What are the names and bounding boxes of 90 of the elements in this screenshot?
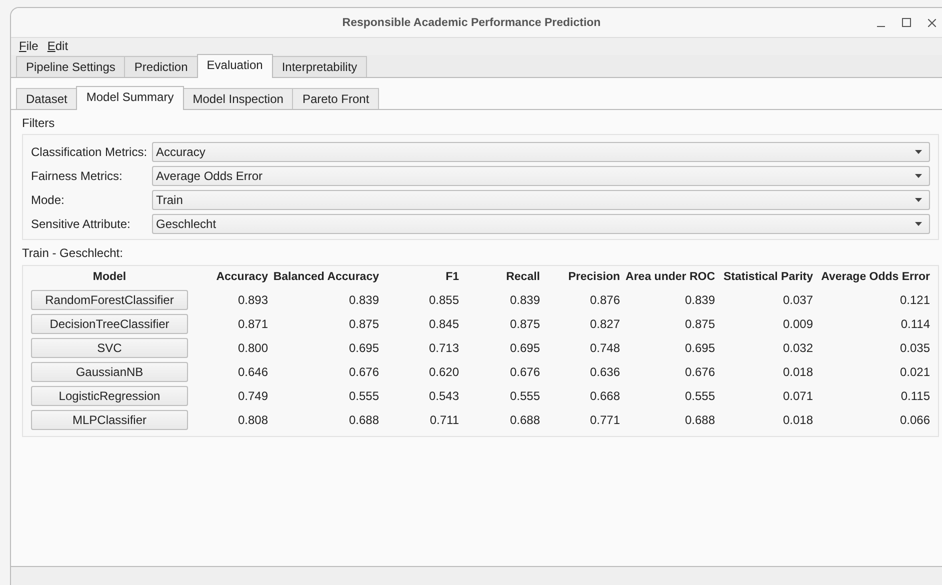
field-label: Fairness Metrics: (31, 169, 124, 183)
table-cell-text: 0.121 (898, 293, 930, 307)
table-cell-text: 0.555 (684, 389, 715, 403)
table-cell-text: 0.018 (782, 413, 813, 427)
table-cell-text: 0.800 (236, 341, 268, 355)
table-cell-text: 0.695 (348, 341, 379, 355)
column-header: Accuracy (215, 270, 268, 285)
table-cell-text: 0.871 (236, 317, 268, 331)
column-header: Recall (505, 270, 540, 285)
tab[interactable]: Model Inspection (182, 88, 294, 109)
group-title: Filters (22, 116, 56, 131)
table-cell-text: 0.875 (508, 317, 540, 331)
table-cell-text: 0.688 (348, 413, 379, 427)
table-cell-text: 0.636 (588, 365, 620, 379)
table-cell-text: 0.839 (508, 293, 540, 307)
table-cell-text: 0.668 (588, 389, 620, 403)
tab[interactable]: Evaluation (196, 54, 273, 78)
model-button[interactable]: LogisticRegression (31, 386, 188, 406)
field-label: Sensitive Attribute: (31, 217, 132, 231)
table-cell-text: 0.676 (684, 365, 715, 379)
field-label: Mode: (31, 193, 66, 207)
model-button[interactable]: DecisionTreeClassifier (31, 314, 188, 334)
column-header: Balanced Accuracy (272, 270, 379, 285)
table-cell-text: 0.713 (428, 341, 459, 355)
table-cell-text: 0.855 (428, 293, 459, 307)
table-cell-text: 0.845 (428, 317, 459, 331)
model-button[interactable]: GaussianNB (31, 362, 188, 382)
table-cell-text: 0.543 (428, 389, 459, 403)
table-cell-text: 0.037 (782, 293, 813, 307)
table-cell-text: 0.115 (900, 389, 930, 403)
table-cell-text: 0.620 (428, 365, 459, 379)
table-cell-text: 0.646 (236, 365, 268, 379)
model-button[interactable]: MLPClassifier (31, 410, 188, 430)
table-cell-text: 0.711 (428, 413, 459, 427)
model-button[interactable]: SVC (31, 338, 188, 358)
table-cell-text: 0.009 (782, 317, 813, 331)
table-cell-text: 0.839 (348, 293, 379, 307)
tab[interactable]: Model Summary (76, 86, 184, 110)
close-icon[interactable] (928, 19, 936, 27)
table-cell-text: 0.021 (898, 365, 930, 379)
table-cell-text: 0.555 (348, 389, 379, 403)
tab[interactable]: Interpretability (272, 56, 368, 77)
model-button[interactable]: RandomForestClassifier (31, 290, 188, 310)
table-cell-text: 0.749 (236, 389, 268, 403)
dropdown-arrow-icon (915, 150, 922, 154)
table-cell-text: 0.695 (508, 341, 540, 355)
tab[interactable]: Pipeline Settings (16, 56, 126, 77)
tab[interactable]: Pareto Front (292, 88, 380, 109)
table-cell-text: 0.688 (508, 413, 540, 427)
group-title: Train - Geschlecht: (22, 246, 124, 261)
column-header: Statistical Parity (722, 270, 813, 285)
table-cell-text: 0.748 (588, 341, 620, 355)
table-cell-text: 0.893 (236, 293, 268, 307)
table-cell-text: 0.114 (900, 317, 930, 331)
table-cell-text: 0.695 (684, 341, 715, 355)
tab[interactable]: Dataset (16, 88, 78, 109)
dropdown[interactable]: Average Odds Error (152, 166, 930, 186)
field-label: Classification Metrics: (31, 145, 148, 159)
table-cell-text: 0.808 (236, 413, 268, 427)
table-cell-text: 0.876 (588, 293, 620, 307)
table-cell-text: 0.771 (588, 413, 620, 427)
table-cell-text: 0.827 (588, 317, 620, 331)
dropdown-arrow-icon (915, 174, 922, 178)
menu-item[interactable]: Edit (47, 39, 68, 54)
table-cell-text: 0.875 (348, 317, 379, 331)
table-cell-text: 0.688 (684, 413, 715, 427)
column-header: Average Odds Error (820, 270, 930, 285)
table-cell-text: 0.018 (782, 365, 813, 379)
window-title: Responsible Academic Performance Prediction (342, 16, 601, 28)
table-cell-text: 0.035 (898, 341, 930, 355)
column-header: F1 (444, 270, 459, 285)
table-cell-text: 0.875 (684, 317, 715, 331)
dropdown[interactable]: Geschlecht (152, 214, 930, 234)
table-cell-text: 0.676 (348, 365, 379, 379)
tab[interactable]: Prediction (124, 56, 198, 77)
dropdown[interactable]: Accuracy (152, 142, 930, 162)
dropdown-arrow-icon (915, 222, 922, 226)
table-cell-text: 0.066 (898, 413, 930, 427)
table-cell-text: 0.555 (508, 389, 540, 403)
maximize-icon[interactable] (902, 18, 911, 27)
column-header: Model (92, 270, 128, 285)
dropdown-arrow-icon (915, 198, 922, 202)
table-cell-text: 0.676 (508, 365, 540, 379)
dropdown[interactable]: Train (152, 190, 930, 210)
table-cell-text: 0.032 (782, 341, 813, 355)
column-header: Precision (567, 270, 620, 285)
table-cell-text: 0.071 (782, 389, 813, 403)
table-cell-text: 0.839 (684, 293, 715, 307)
column-header: Area under ROC (624, 270, 715, 285)
menu-item[interactable]: File (19, 39, 38, 54)
